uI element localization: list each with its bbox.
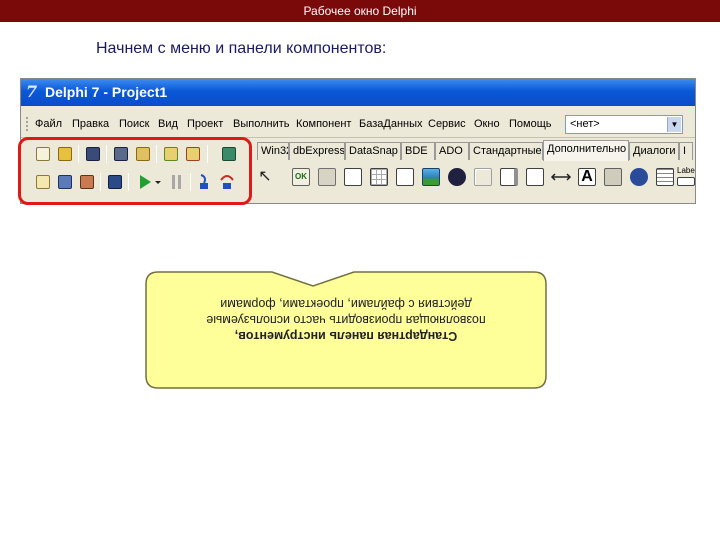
tab-additional[interactable]: Дополнительно xyxy=(543,140,629,161)
tab-ado[interactable]: ADO xyxy=(435,142,469,160)
callout-text: Стандартная панель инструментов, позволя… xyxy=(164,296,528,344)
palette-tabs: Win32 dbExpress DataSnap BDE ADO Стандар… xyxy=(257,140,695,161)
window-title: Delphi 7 - Project1 xyxy=(45,84,168,100)
menu-component[interactable]: Компонент xyxy=(296,117,351,131)
valuelisteditor-icon[interactable] xyxy=(653,165,677,189)
splitter-icon[interactable] xyxy=(549,165,573,189)
menu-grip-icon[interactable] xyxy=(25,116,29,132)
select-pointer-icon[interactable]: ↖ xyxy=(257,168,273,186)
tab-dbexpress[interactable]: dbExpress xyxy=(289,142,345,160)
maskedit-icon[interactable] xyxy=(341,165,365,189)
callout-bubble: Стандартная панель инструментов, позволя… xyxy=(144,270,548,390)
menu-bar: Файл Правка Поиск Вид Проект Выполнить К… xyxy=(21,113,695,135)
slide: Рабочее окно Delphi Начнем с меню и пане… xyxy=(0,0,720,540)
image-icon[interactable] xyxy=(419,165,443,189)
drawgrid-icon[interactable] xyxy=(393,165,417,189)
slide-subtitle: Начнем с меню и панели компонентов: xyxy=(96,40,387,57)
tab-dialogs[interactable]: Диалоги xyxy=(629,142,679,160)
speedbutton-icon[interactable] xyxy=(315,165,339,189)
statictext-icon[interactable]: A xyxy=(575,165,599,189)
checklistbox-icon[interactable] xyxy=(523,165,547,189)
delphi-logo-icon: 7 xyxy=(26,82,38,101)
stringgrid-icon[interactable] xyxy=(367,165,391,189)
applicationevents-icon[interactable] xyxy=(627,165,651,189)
tab-datasnap[interactable]: DataSnap xyxy=(345,142,401,160)
bitbtn-caption: OK xyxy=(295,172,307,181)
controlbar-icon[interactable] xyxy=(601,165,625,189)
tab-standard[interactable]: Стандартные xyxy=(469,142,543,160)
desktop-combo[interactable]: <нет> ▼ xyxy=(565,115,683,134)
callout-line-3: действия с файлами, проектами, формами xyxy=(220,297,472,311)
tab-bde[interactable]: BDE xyxy=(401,142,435,160)
callout-line-2: позволяющая производить часто используем… xyxy=(206,313,486,327)
shape-icon[interactable] xyxy=(445,165,469,189)
menu-database[interactable]: БазаДанных xyxy=(359,117,423,131)
component-palette: ↖ OK A Label xyxy=(257,163,695,193)
menu-project[interactable]: Проект xyxy=(187,117,223,131)
tab-win32[interactable]: Win32 xyxy=(257,142,289,160)
chevron-down-icon[interactable]: ▼ xyxy=(667,117,681,132)
menu-help[interactable]: Помощь xyxy=(509,117,552,131)
labeledit-caption: Label xyxy=(677,166,695,175)
bitbtn-icon[interactable]: OK xyxy=(289,165,313,189)
callout-line-1: Стандартная панель инструментов, xyxy=(234,329,458,343)
toolbar-highlight xyxy=(18,137,252,205)
menu-run[interactable]: Выполнить xyxy=(233,117,289,131)
labeledit-icon[interactable]: Label xyxy=(677,165,695,189)
statictext-letter: A xyxy=(581,168,593,185)
bevel-icon[interactable] xyxy=(471,165,495,189)
title-bar[interactable]: 7 Delphi 7 - Project1 xyxy=(21,79,695,106)
desktop-combo-value: <нет> xyxy=(570,118,600,130)
slide-header: Рабочее окно Delphi xyxy=(0,0,720,22)
tab-more[interactable]: I xyxy=(679,142,693,160)
menu-edit[interactable]: Правка xyxy=(72,117,109,131)
splitter-glyph xyxy=(550,173,572,181)
menu-view[interactable]: Вид xyxy=(158,117,178,131)
menu-file[interactable]: Файл xyxy=(35,117,62,131)
menu-window[interactable]: Окно xyxy=(474,117,500,131)
scrollbox-icon[interactable] xyxy=(497,165,521,189)
menu-tools[interactable]: Сервис xyxy=(428,117,466,131)
menu-search[interactable]: Поиск xyxy=(119,117,149,131)
